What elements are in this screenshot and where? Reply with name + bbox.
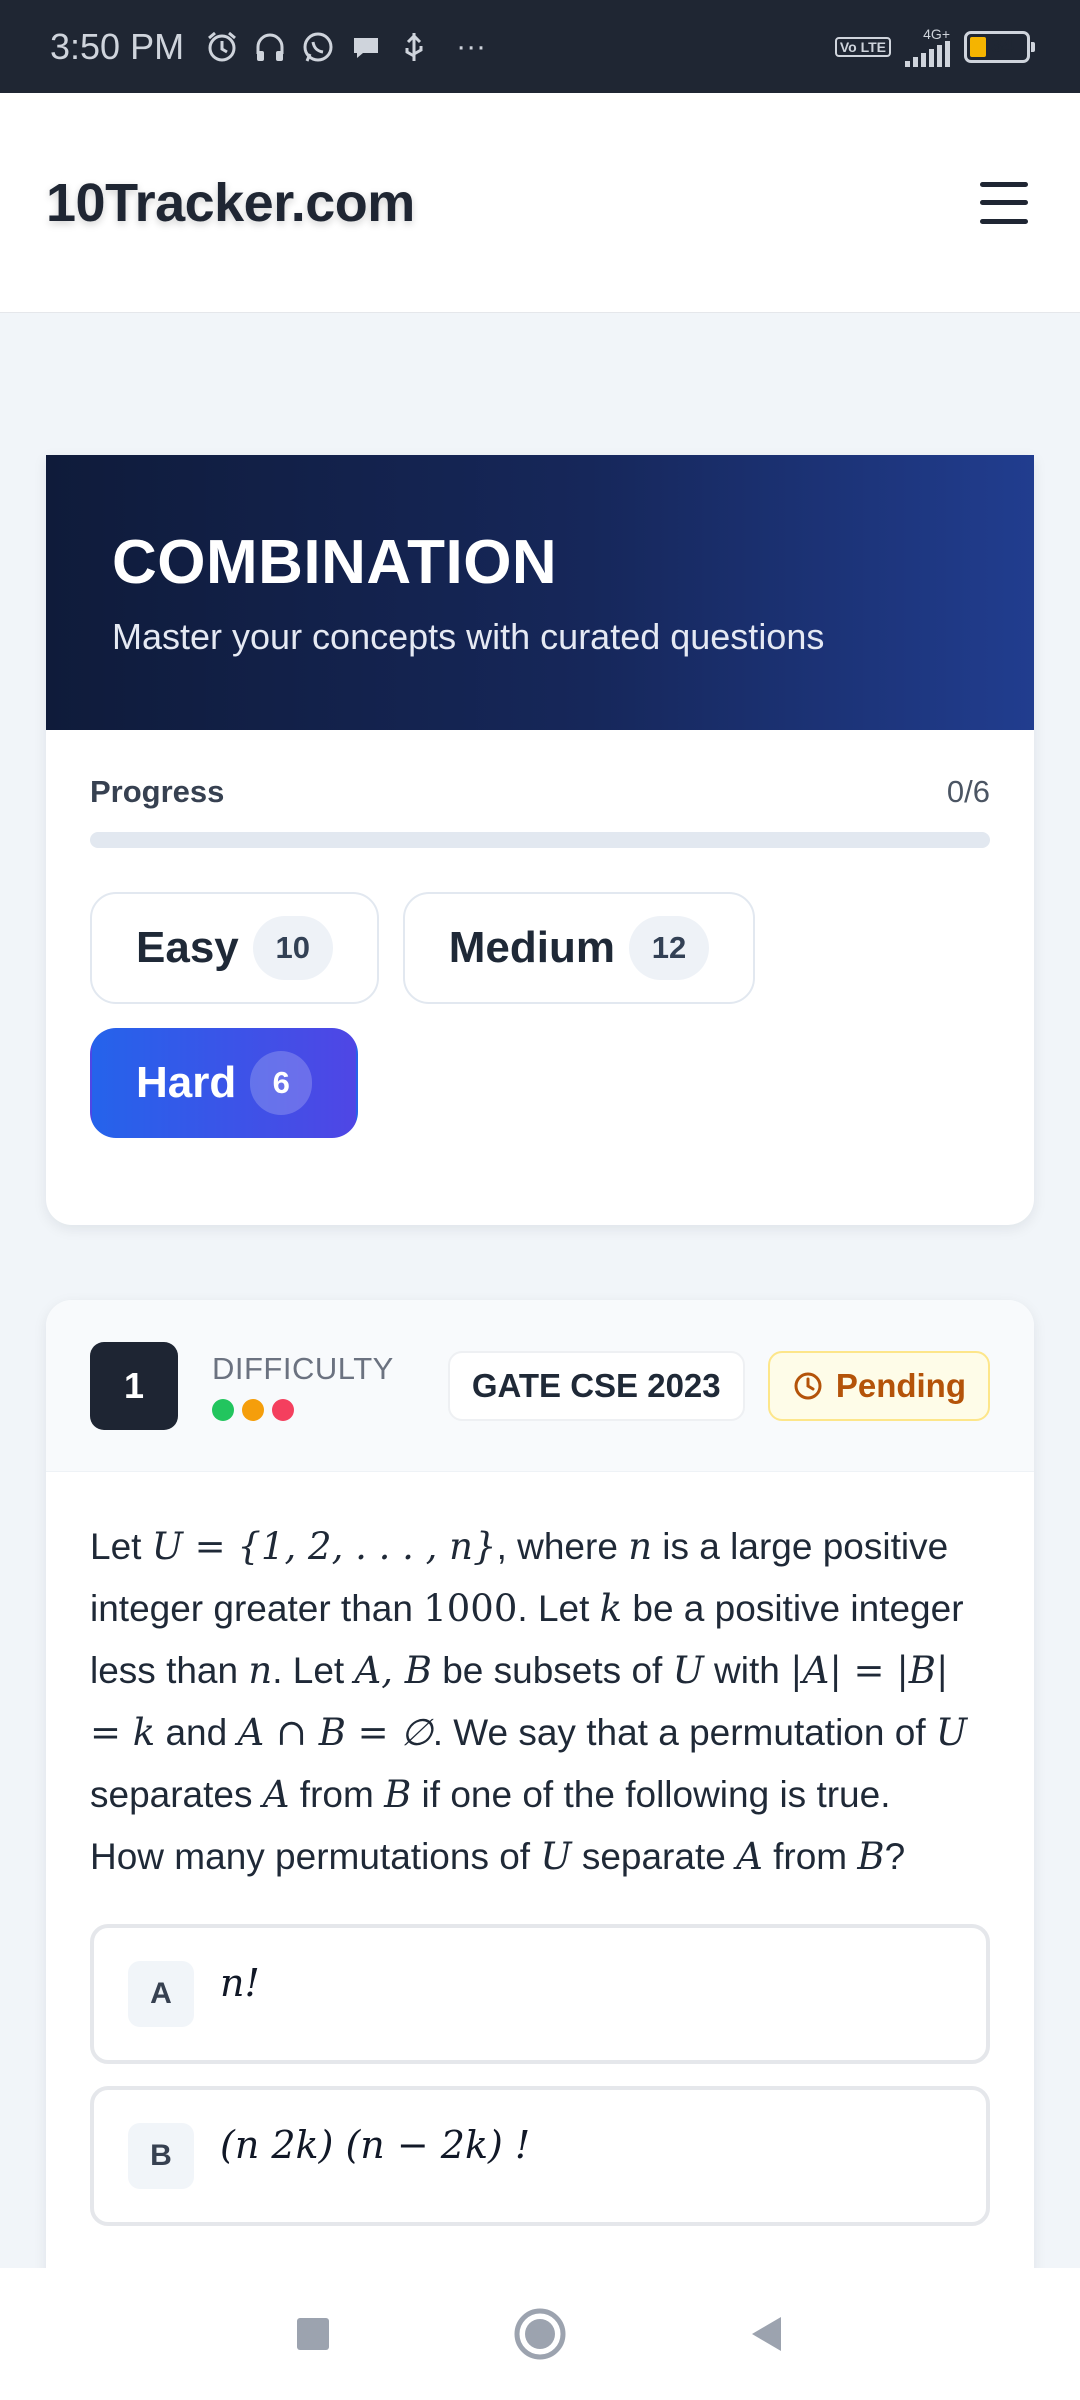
home-icon[interactable] [505,2299,575,2369]
filter-easy-count: 10 [252,916,333,980]
filter-hard-label: Hard [136,1058,237,1107]
answer-options: A n! B (n 2k) (n − 2k) ! [46,1888,1034,2226]
filter-medium-count: 12 [629,916,709,980]
question-text: Let U = {1, 2, . . . , n}, where n is a … [90,1525,968,1878]
status-time: 3:50 PM [50,25,185,67]
difficulty-dot-easy [212,1398,234,1421]
more-notifications-icon: ··· [456,29,487,63]
site-header: 10Tracker.com [0,93,1080,313]
filter-medium-label: Medium [448,923,615,972]
progress-bar [90,832,990,848]
option-b-letter: B [128,2123,194,2189]
topic-title: COMBINATION [112,528,558,597]
topic-card: COMBINATION Master your concepts with cu… [46,455,1034,1225]
difficulty-filters: Easy 10 Medium 12 Hard 6 [46,848,806,1138]
filter-easy-button[interactable]: Easy 10 [90,892,379,1004]
status-bar: 3:50 PM ··· Vo LTE 4G+ 34 [0,0,1080,93]
whatsapp-icon [300,29,336,65]
progress-label: Progress [90,774,225,809]
difficulty-indicator: DIFFICULTY [212,1351,394,1421]
battery-icon: 34 [964,30,1035,63]
status-badge: Pending [767,1350,990,1421]
difficulty-dot-hard [272,1398,294,1421]
filter-hard-button[interactable]: Hard 6 [90,1028,359,1138]
progress-section: Progress 0/6 [46,730,1034,848]
usb-icon [396,29,432,65]
option-a[interactable]: A n! [90,1924,990,2064]
question-card: 1 DIFFICULTY GATE CSE 2023 Pending Let U… [46,1300,1034,2300]
difficulty-dot-medium [242,1398,264,1421]
headphones-icon [252,29,288,65]
option-a-letter: A [128,1961,194,2027]
topic-subtitle: Master your concepts with curated questi… [112,616,825,657]
question-number: 1 [90,1341,178,1430]
option-a-text: n! [220,1961,260,2005]
question-header: 1 DIFFICULTY GATE CSE 2023 Pending [46,1300,1034,1472]
clock-icon [792,1370,824,1402]
system-nav-bar [0,2268,1080,2400]
hamburger-menu-icon[interactable] [974,178,1034,228]
difficulty-dots [212,1398,394,1421]
alarm-icon [204,29,240,65]
signal-icon [905,40,950,67]
back-icon[interactable] [732,2299,802,2369]
filter-hard-count: 6 [250,1051,313,1115]
battery-level: 34 [991,34,1014,57]
recent-apps-icon[interactable] [278,2299,348,2369]
filter-medium-button[interactable]: Medium 12 [402,892,755,1004]
topic-hero: COMBINATION Master your concepts with cu… [46,455,1034,730]
volte-icon: Vo LTE [834,36,891,57]
difficulty-label: DIFFICULTY [212,1350,394,1386]
option-b-text: (n 2k) (n − 2k) ! [220,2123,531,2167]
network-type: 4G+ [923,25,950,42]
filter-easy-label: Easy [136,923,239,972]
chat-icon [348,29,384,65]
site-logo[interactable]: 10Tracker.com [46,172,415,234]
option-b[interactable]: B (n 2k) (n − 2k) ! [90,2086,990,2226]
progress-count: 0/6 [946,774,990,809]
status-label: Pending [835,1366,966,1404]
exam-tag: GATE CSE 2023 [447,1350,745,1421]
